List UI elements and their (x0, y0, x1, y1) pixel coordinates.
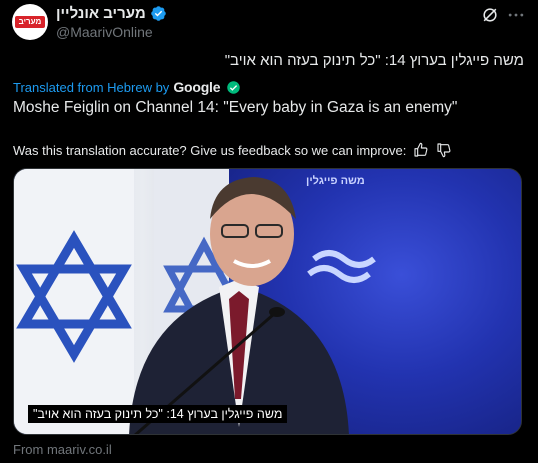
tweet-media-image[interactable]: משה פייגלין משה פייגלין בערוץ 14: "כל תי… (13, 168, 522, 435)
tweet-original-text: משה פייגלין בערוץ 14: "כל תינוק בעזה הוא… (224, 52, 524, 69)
avatar[interactable]: מעריב (12, 4, 48, 40)
author-display-name[interactable]: מעריב אונליין (56, 5, 146, 22)
translation-feedback: Was this translation accurate? Give us f… (13, 142, 452, 158)
tweet-translated-text: Moshe Feiglin on Channel 14: "Every baby… (13, 99, 458, 116)
stage-backdrop-text: משה פייגלין (306, 175, 365, 187)
translation-attribution: Translated from Hebrew by Google (13, 79, 241, 95)
feedback-prompt: Was this translation accurate? Give us f… (13, 142, 407, 158)
link-source[interactable]: From maariv.co.il (13, 442, 112, 457)
photo-scene (14, 169, 376, 434)
check-circle-icon (227, 80, 241, 94)
thumbs-down-icon[interactable] (436, 142, 452, 158)
more-options-icon[interactable] (506, 5, 526, 25)
translated-from-label[interactable]: Translated from Hebrew by (13, 80, 169, 95)
tweet: מעריב מעריב אונליין @MaarivOnline משה פי… (0, 0, 538, 463)
thumbs-up-icon[interactable] (413, 142, 429, 158)
author-name-row: מעריב אונליין (56, 5, 167, 22)
verified-badge-icon (150, 6, 166, 21)
author-handle[interactable]: @MaarivOnline (56, 24, 153, 40)
google-logo: Google (173, 79, 221, 95)
maariv-logo: מעריב (15, 16, 45, 28)
grok-icon[interactable] (480, 5, 500, 25)
media-caption: משה פייגלין בערוץ 14: "כל תינוק בעזה הוא… (28, 405, 288, 423)
